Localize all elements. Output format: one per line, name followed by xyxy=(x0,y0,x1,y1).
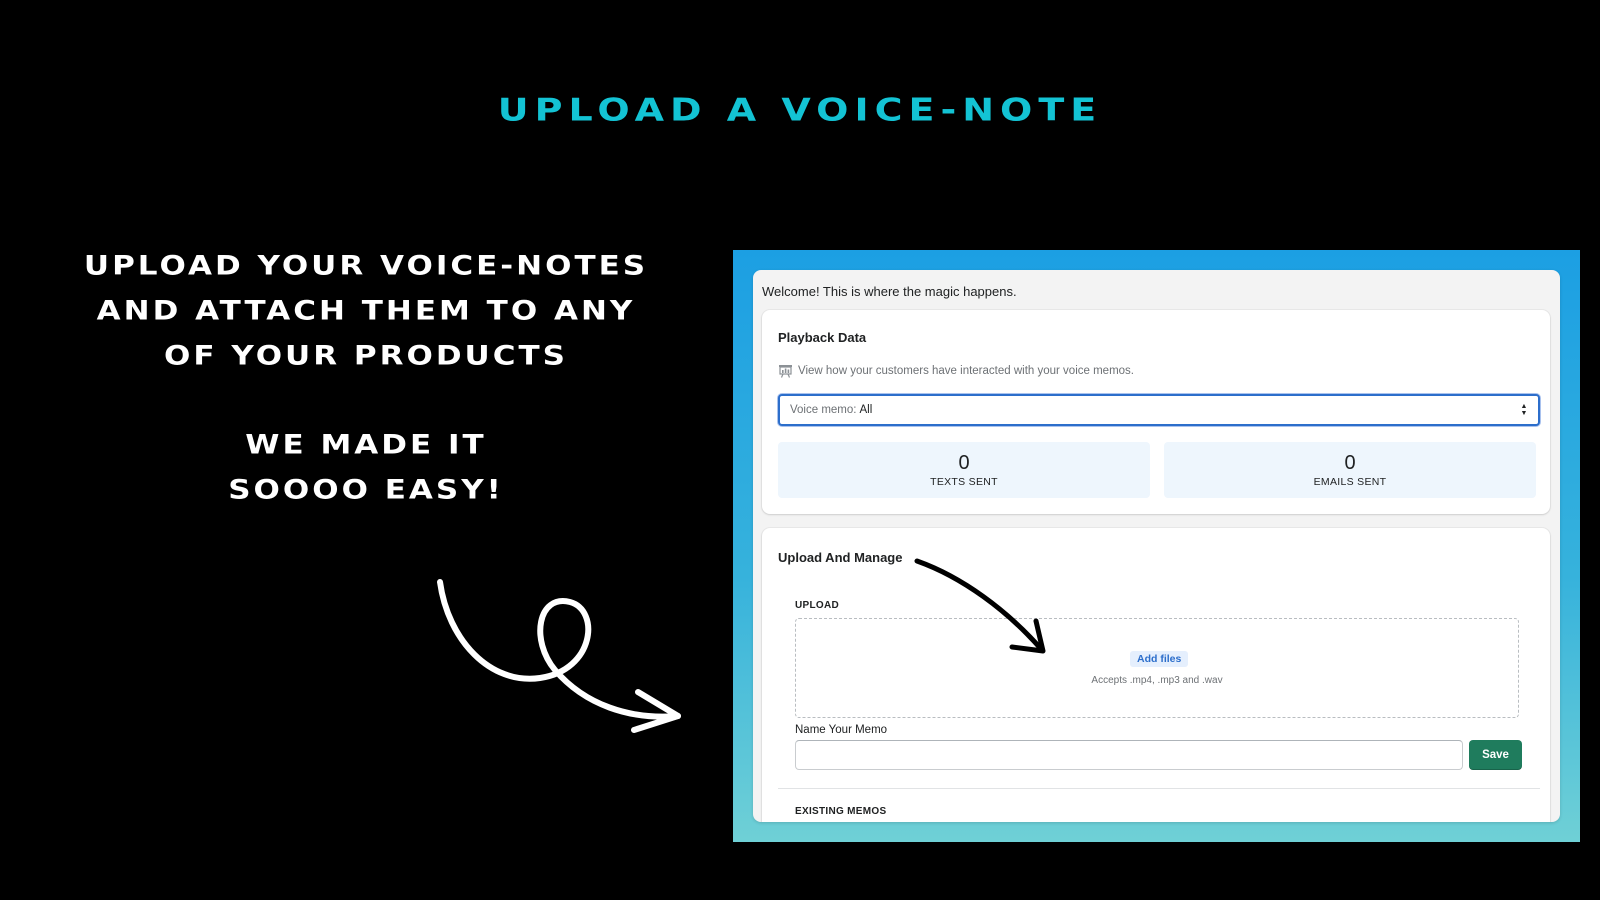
hero-title: UPLOAD A VOICE-NOTE xyxy=(497,91,1103,129)
upload-title: Upload And Manage xyxy=(778,550,903,565)
upload-card: Upload And Manage UPLOAD Add files Accep… xyxy=(762,528,1550,822)
app-panel: Welcome! This is where the magic happens… xyxy=(753,270,1560,822)
playback-card: Playback Data View how your customers ha… xyxy=(762,310,1550,514)
emails-sent-label: EMAILS SENT xyxy=(1313,476,1387,488)
promo-line: WE MADE IT xyxy=(245,429,487,461)
app-screenshot: Welcome! This is where the magic happens… xyxy=(733,250,1580,842)
voice-memo-select[interactable]: Voice memo: All ▲ ▼ xyxy=(778,394,1540,426)
playback-title: Playback Data xyxy=(778,330,867,345)
playback-helper-text: View how your customers have interacted … xyxy=(798,365,1134,377)
promo-line: UPLOAD YOUR VOICE-NOTES xyxy=(83,250,649,282)
pointer-arrow-icon xyxy=(914,558,1046,654)
welcome-message: Welcome! This is where the magic happens… xyxy=(762,284,1017,299)
save-button[interactable]: Save xyxy=(1469,740,1522,770)
playback-helper: View how your customers have interacted … xyxy=(778,364,1134,378)
promo-stage: UPLOAD A VOICE-NOTE UPLOAD YOUR VOICE-NO… xyxy=(0,0,1600,900)
promo-line: AND ATTACH THEM TO ANY xyxy=(96,295,636,327)
promo-text: UPLOAD YOUR VOICE-NOTES AND ATTACH THEM … xyxy=(30,244,702,513)
presentation-chart-icon xyxy=(779,365,792,378)
section-divider xyxy=(778,788,1540,789)
select-arrows-icon: ▲ ▼ xyxy=(1520,403,1528,417)
select-value: All xyxy=(859,404,873,416)
existing-memos-label: EXISTING MEMOS xyxy=(795,806,887,817)
texts-sent-stat: 0 TEXTS SENT xyxy=(778,442,1150,498)
texts-sent-value: 0 xyxy=(958,452,970,474)
promo-line: SOOOO EASY! xyxy=(228,474,504,506)
emails-sent-stat: 0 EMAILS SENT xyxy=(1164,442,1536,498)
upload-label: UPLOAD xyxy=(795,600,840,611)
select-prefix: Voice memo: xyxy=(790,404,857,416)
texts-sent-label: TEXTS SENT xyxy=(930,476,998,488)
accepted-formats: Accepts .mp4, .mp3 and .wav xyxy=(1091,675,1223,686)
promo-line: OF YOUR PRODUCTS xyxy=(164,340,568,372)
emails-sent-value: 0 xyxy=(1344,452,1356,474)
swirl-arrow-icon xyxy=(437,579,681,733)
add-files-button[interactable]: Add files xyxy=(1130,651,1189,667)
memo-name-label: Name Your Memo xyxy=(795,724,888,736)
memo-name-input[interactable] xyxy=(795,740,1463,770)
file-dropzone[interactable]: Add files Accepts .mp4, .mp3 and .wav xyxy=(795,618,1519,718)
